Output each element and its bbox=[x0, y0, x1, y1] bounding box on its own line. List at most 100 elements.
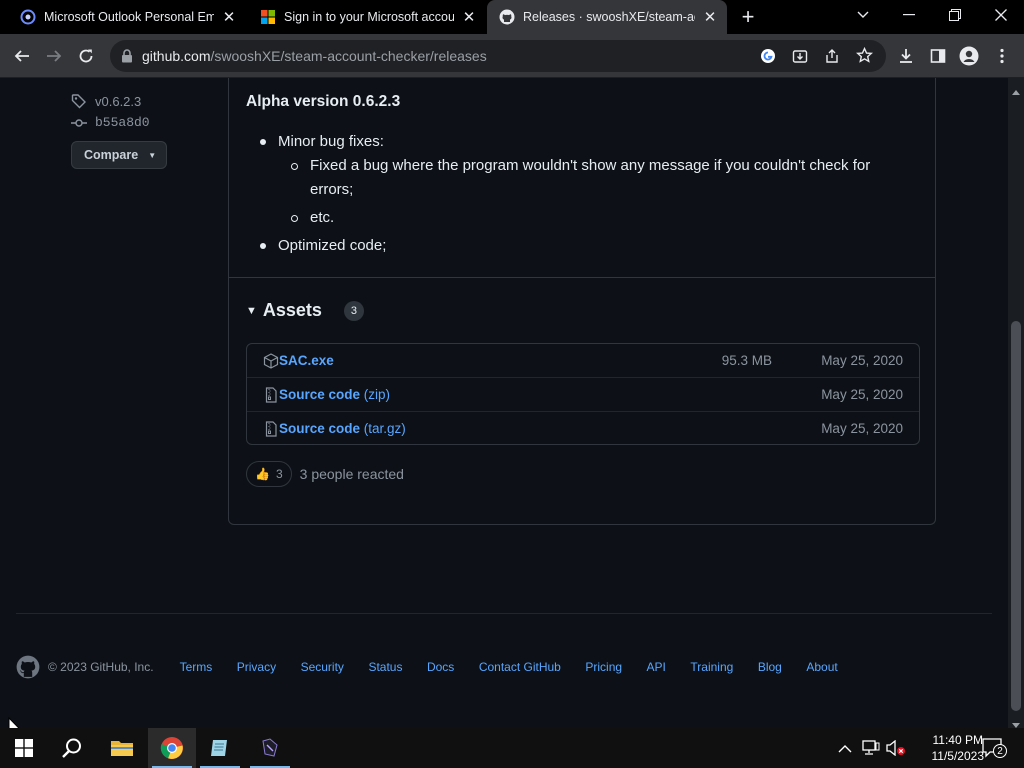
footer-link-privacy[interactable]: Privacy bbox=[237, 660, 276, 674]
page-scrollbar[interactable] bbox=[1008, 78, 1024, 728]
footer-link-docs[interactable]: Docs bbox=[427, 660, 454, 674]
asset-format: (zip) bbox=[360, 387, 391, 402]
address-bar[interactable]: github.com/swooshXE/steam-account-checke… bbox=[110, 40, 886, 72]
lock-icon[interactable] bbox=[121, 49, 133, 68]
close-tab-icon[interactable]: ✕ bbox=[220, 8, 238, 26]
clock-time: 11:40 PM bbox=[932, 733, 983, 747]
folder-icon bbox=[111, 741, 133, 756]
asset-name: Source code bbox=[279, 387, 361, 402]
compare-button[interactable]: Compare ▼ bbox=[71, 141, 167, 169]
downloads-icon[interactable] bbox=[892, 42, 920, 70]
tab-search-chevron-icon[interactable] bbox=[840, 0, 886, 30]
chrome-menu-icon[interactable] bbox=[988, 42, 1016, 70]
footer-link-blog[interactable]: Blog bbox=[758, 660, 782, 674]
new-tab-button[interactable]: + bbox=[736, 4, 760, 29]
windows-taskbar: 11:40 PM 11/5/2023 2 bbox=[0, 728, 1024, 768]
share-icon[interactable] bbox=[824, 48, 840, 69]
close-tab-icon[interactable]: ✕ bbox=[701, 8, 719, 26]
release-commit[interactable]: b55a8d0 bbox=[71, 115, 150, 130]
notepad-taskbar-button[interactable] bbox=[196, 728, 244, 768]
footer-divider bbox=[16, 613, 992, 614]
assets-toggle[interactable]: ▼ Assets 3 bbox=[246, 300, 364, 321]
restore-button[interactable] bbox=[932, 0, 978, 30]
outlook-icon bbox=[20, 9, 36, 25]
asset-name: Source code bbox=[279, 421, 361, 436]
github-release-page: v0.6.2.3 b55a8d0 Compare ▼ Alpha version… bbox=[0, 78, 1008, 728]
forward-button[interactable] bbox=[40, 42, 68, 70]
back-button[interactable] bbox=[8, 42, 36, 70]
volume-muted-icon[interactable] bbox=[886, 739, 906, 761]
caret-down-icon: ▼ bbox=[148, 150, 157, 160]
scrollbar-thumb[interactable] bbox=[1011, 321, 1021, 711]
clock-date: 11/5/2023 bbox=[931, 749, 985, 763]
footer: © 2023 GitHub, Inc. Terms Privacy Securi… bbox=[16, 655, 862, 679]
note-item: Minor bug fixes: bbox=[278, 133, 384, 150]
close-window-button[interactable] bbox=[978, 0, 1024, 30]
tab-outlook[interactable]: Microsoft Outlook Personal Ema ✕ bbox=[8, 0, 246, 34]
git-commit-icon bbox=[71, 117, 87, 129]
url-text: github.com/swooshXE/steam-account-checke… bbox=[142, 48, 487, 64]
assets-list: SAC.exe 95.3 MB May 25, 2020 Source code… bbox=[246, 343, 920, 445]
chrome-icon bbox=[160, 737, 183, 759]
thumbs-up-reaction-button[interactable]: 👍 3 bbox=[246, 461, 292, 487]
browser-toolbar: github.com/swooshXE/steam-account-checke… bbox=[0, 34, 1024, 78]
tab-microsoft-signin[interactable]: Sign in to your Microsoft accoun ✕ bbox=[248, 0, 486, 34]
microsoft-icon bbox=[260, 9, 276, 25]
asset-date: May 25, 2020 bbox=[821, 387, 903, 402]
close-tab-icon[interactable]: ✕ bbox=[460, 8, 478, 26]
app-taskbar-button[interactable] bbox=[246, 728, 294, 768]
reload-button[interactable] bbox=[72, 42, 100, 70]
asset-link[interactable]: Source code (tar.gz) bbox=[279, 421, 406, 436]
footer-link-status[interactable]: Status bbox=[368, 660, 402, 674]
asset-link[interactable]: Source code (zip) bbox=[279, 387, 390, 402]
footer-link-terms[interactable]: Terms bbox=[180, 660, 213, 674]
search-icon bbox=[62, 738, 81, 758]
bookmark-star-icon[interactable] bbox=[856, 46, 873, 69]
scroll-up-arrow-icon[interactable] bbox=[1012, 82, 1020, 100]
chrome-taskbar-button[interactable] bbox=[148, 728, 196, 768]
asset-row: SAC.exe 95.3 MB May 25, 2020 bbox=[247, 344, 919, 377]
reaction-summary: 3 people reacted bbox=[299, 466, 404, 482]
release-notes-title: Alpha version 0.6.2.3 bbox=[246, 93, 401, 110]
asset-date: May 25, 2020 bbox=[821, 353, 903, 368]
asset-date: May 25, 2020 bbox=[821, 421, 903, 436]
footer-link-api[interactable]: API bbox=[647, 660, 666, 674]
windows-logo-icon bbox=[15, 739, 33, 757]
github-mark-icon[interactable] bbox=[16, 655, 40, 679]
footer-link-contact[interactable]: Contact GitHub bbox=[479, 660, 561, 674]
tag-icon bbox=[71, 93, 87, 109]
note-subitem-continued: errors; bbox=[310, 181, 354, 198]
bullet-icon bbox=[291, 215, 298, 222]
search-button[interactable] bbox=[48, 728, 96, 768]
url-path: /swooshXE/steam-account-checker/releases bbox=[210, 48, 487, 64]
asset-size: 95.3 MB bbox=[721, 353, 772, 368]
profile-avatar-icon[interactable] bbox=[955, 42, 983, 70]
action-center-icon[interactable]: 2 bbox=[982, 738, 1007, 763]
github-icon bbox=[499, 9, 515, 25]
notepad-icon bbox=[211, 740, 227, 756]
release-tag[interactable]: v0.6.2.3 bbox=[71, 93, 141, 109]
install-app-icon[interactable] bbox=[792, 48, 808, 69]
divider bbox=[229, 277, 935, 278]
footer-link-training[interactable]: Training bbox=[690, 660, 733, 674]
network-icon[interactable] bbox=[862, 740, 880, 761]
side-panel-icon[interactable] bbox=[924, 42, 952, 70]
footer-link-about[interactable]: About bbox=[806, 660, 837, 674]
bullet-icon bbox=[291, 163, 298, 170]
browser-tab-strip: Microsoft Outlook Personal Ema ✕ Sign in… bbox=[0, 0, 1024, 34]
asset-link[interactable]: SAC.exe bbox=[279, 353, 334, 368]
google-lens-icon[interactable] bbox=[760, 48, 776, 69]
file-explorer-button[interactable] bbox=[98, 728, 146, 768]
footer-link-security[interactable]: Security bbox=[301, 660, 344, 674]
system-clock[interactable]: 11:40 PM 11/5/2023 bbox=[932, 732, 985, 764]
reaction-count: 3 bbox=[275, 467, 283, 481]
minimize-button[interactable] bbox=[886, 0, 932, 30]
tab-github-releases[interactable]: Releases · swooshXE/steam-acco ✕ bbox=[487, 0, 727, 34]
thumbs-up-icon: 👍 bbox=[255, 467, 270, 481]
footer-link-pricing[interactable]: Pricing bbox=[585, 660, 622, 674]
show-hidden-icons-chevron-icon[interactable] bbox=[838, 741, 852, 759]
asset-row: Source code (zip) May 25, 2020 bbox=[247, 378, 919, 411]
reactions: 👍 3 3 people reacted bbox=[246, 461, 404, 487]
start-button[interactable] bbox=[0, 728, 48, 768]
compare-label: Compare bbox=[84, 148, 139, 162]
